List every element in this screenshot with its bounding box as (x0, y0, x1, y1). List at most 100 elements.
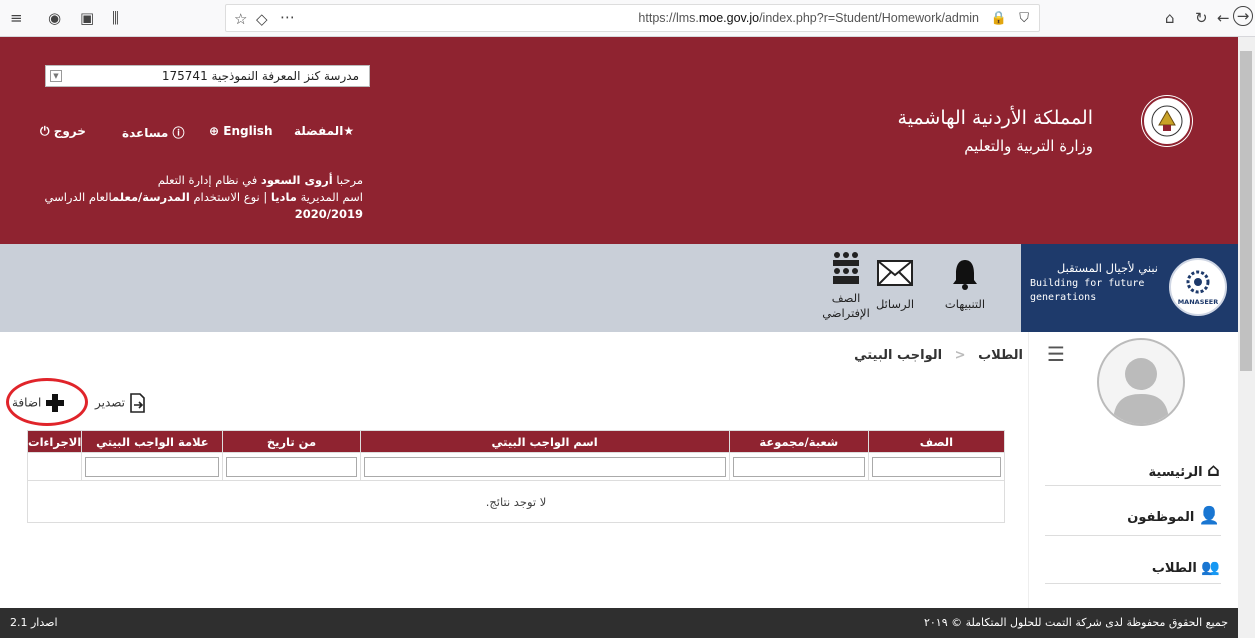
site-header: مدرسة كنز المعرفة النموذجية 175741 ▼ ⏻ خ… (0, 37, 1238, 244)
column-header-from-date[interactable]: من تاريخ (222, 430, 361, 453)
sidebar-item-staff[interactable]: 👤 الموظفون (1127, 506, 1220, 526)
browser-toolbar: ≡ ◉ ▣ ⫼ ☆ ◇ ⋯ https://lms.moe.gov.jo/ind… (0, 0, 1255, 37)
messages-label: الرسائل (875, 297, 915, 311)
help-link[interactable]: مساعدة ⓘ (122, 124, 185, 141)
sidebar-item-label: الموظفون (1127, 510, 1195, 525)
page-scrollbar[interactable] (1238, 37, 1255, 638)
user-icon: 👤 (1198, 506, 1220, 526)
envelope-icon (877, 260, 913, 286)
directorate-value: ماديا (270, 190, 297, 204)
sidebar-item-home[interactable]: ⌂ الرئيسية (1149, 460, 1220, 481)
virtual-class-label: الصف الإفتراضي (822, 291, 870, 320)
sidebar-item-label: الطلاب (1151, 561, 1197, 576)
homework-table: الصف شعبة/مجموعة اسم الواجب البيتي من تا… (26, 430, 1006, 523)
academic-year: 2020/2019 (294, 207, 363, 221)
filter-grade-input[interactable] (85, 456, 220, 477)
eye-icon[interactable]: ◉ (48, 9, 61, 27)
export-label: تصدير (95, 395, 126, 410)
filter-homework-name-input[interactable] (363, 456, 726, 477)
home-browser-icon[interactable]: ⌂ (1165, 9, 1175, 27)
annotation-circle (6, 378, 88, 426)
favorites-label: المفضلة (294, 124, 344, 138)
filter-cell (81, 452, 224, 481)
school-select[interactable]: مدرسة كنز المعرفة النموذجية 175741 ▼ (45, 65, 370, 87)
sidebar: ☰ ⌂ الرئيسية 👤 الموظفون 👥 الطلاب (1028, 332, 1238, 608)
classroom-icon (833, 252, 859, 284)
sidebar-divider (1045, 535, 1221, 536)
shield-icon[interactable]: ⛉ (1019, 10, 1029, 28)
filter-section-input[interactable] (732, 456, 865, 477)
export-icon (130, 393, 145, 413)
usage-label: | نوع الاستخدام (193, 190, 268, 204)
scrollbar-thumb[interactable] (1240, 51, 1252, 371)
favorites-link[interactable]: المفضلة★ (294, 124, 354, 138)
filter-class-input[interactable] (871, 456, 1001, 477)
pocket-icon[interactable]: ◇ (256, 10, 268, 28)
info-line: اسم المديرية ماديا | نوع الاستخدام المدر… (45, 190, 364, 204)
sidebar-divider (1045, 583, 1221, 584)
more-icon[interactable]: ⋯ (280, 8, 295, 26)
breadcrumb-root[interactable]: الطلاب (978, 348, 1023, 363)
messages-button[interactable]: الرسائل (870, 260, 920, 311)
filter-cell (867, 452, 1006, 481)
students-icon: 👥 (1201, 558, 1220, 576)
address-bar[interactable]: ☆ ◇ ⋯ https://lms.moe.gov.jo/index.php?r… (225, 4, 1040, 32)
english-link[interactable]: ⊕ English (209, 124, 273, 138)
lock-icon[interactable]: 🔒 (991, 10, 1007, 28)
chevron-left-icon: < (954, 348, 966, 363)
power-icon: ⏻ (40, 124, 50, 138)
menu-icon[interactable]: ≡ (10, 9, 23, 27)
url-text: https://lms.moe.gov.jo/index.php?r=Stude… (638, 11, 979, 25)
copyright-text: جميع الحقوق محفوظة لدى شركة التمت للحلول… (923, 616, 1228, 629)
info-icon: ⓘ (172, 126, 185, 140)
url-prefix: https://lms. (638, 11, 699, 25)
export-button[interactable]: تصدير (95, 393, 147, 413)
english-label: English (223, 124, 273, 138)
column-header-homework-name[interactable]: اسم الواجب البيتي (359, 430, 730, 453)
hamburger-menu-icon[interactable]: ☰ (1047, 342, 1065, 366)
bookmark-star-icon[interactable]: ☆ (234, 10, 247, 28)
filter-from-date-input[interactable] (226, 456, 357, 477)
column-header-section[interactable]: شعبة/مجموعة (728, 430, 869, 453)
breadcrumb: الطلاب < الواجب البيتي (854, 348, 1023, 363)
globe-icon: ⊕ (209, 124, 220, 138)
column-header-grade[interactable]: علامة الواجب البيتي (81, 430, 224, 453)
chevron-down-icon[interactable]: ▼ (50, 70, 62, 82)
library-icon[interactable]: ⫼ (112, 9, 119, 27)
tagline-english-1: Building for future (1030, 278, 1145, 289)
reader-icon[interactable]: ▣ (80, 9, 94, 27)
filter-cell (222, 452, 361, 481)
page-footer: اصدار 2.1 جميع الحقوق محفوظة لدى شركة ال… (0, 608, 1238, 638)
filter-row (26, 452, 1006, 481)
manaseer-logo-icon: MANASEER (1169, 258, 1227, 316)
alerts-label: التنبيهات (944, 297, 986, 311)
alerts-button[interactable]: التنبيهات (935, 258, 995, 311)
welcome-line: مرحبا أروى السعود في نظام إدارة التعلم (158, 173, 363, 187)
column-header-actions: الاجراءات (26, 430, 83, 453)
virtual-class-button[interactable]: الصف الإفتراضي (818, 250, 874, 321)
year-label: العام الدراسي (44, 190, 113, 204)
avatar (1097, 338, 1185, 426)
filter-cell (728, 452, 869, 481)
sidebar-item-students[interactable]: 👥 الطلاب (1152, 558, 1220, 576)
url-path: /index.php?r=Student/Homework/admin (759, 11, 979, 25)
person-silhouette-icon (1113, 358, 1169, 424)
emblem-icon (1141, 95, 1193, 147)
column-header-class[interactable]: الصف (867, 430, 1006, 453)
bell-icon (953, 260, 977, 290)
directorate-label: اسم المديرية (300, 190, 363, 204)
logout-label: خروج (53, 124, 86, 138)
manaseer-logo-text: MANASEER (1177, 298, 1219, 306)
kingdom-title: المملكة الأردنية الهاشمية (897, 107, 1093, 129)
reload-icon[interactable]: ↻ (1195, 9, 1208, 27)
empty-message: لا توجد نتائج. (27, 480, 1005, 523)
ministry-title: وزارة التربية والتعليم (964, 137, 1093, 155)
filter-cell (26, 452, 83, 481)
breadcrumb-current: الواجب البيتي (854, 348, 943, 363)
nav-band: الصف الإفتراضي الرسائل التنبيهات MANASEE… (0, 244, 1238, 332)
star-icon: ★ (343, 124, 355, 138)
forward-icon[interactable]: → (1233, 6, 1253, 26)
tagline-english-2: generations (1030, 292, 1097, 303)
logout-link[interactable]: ⏻ خروج (40, 124, 86, 139)
back-icon[interactable]: ← (1217, 9, 1230, 27)
